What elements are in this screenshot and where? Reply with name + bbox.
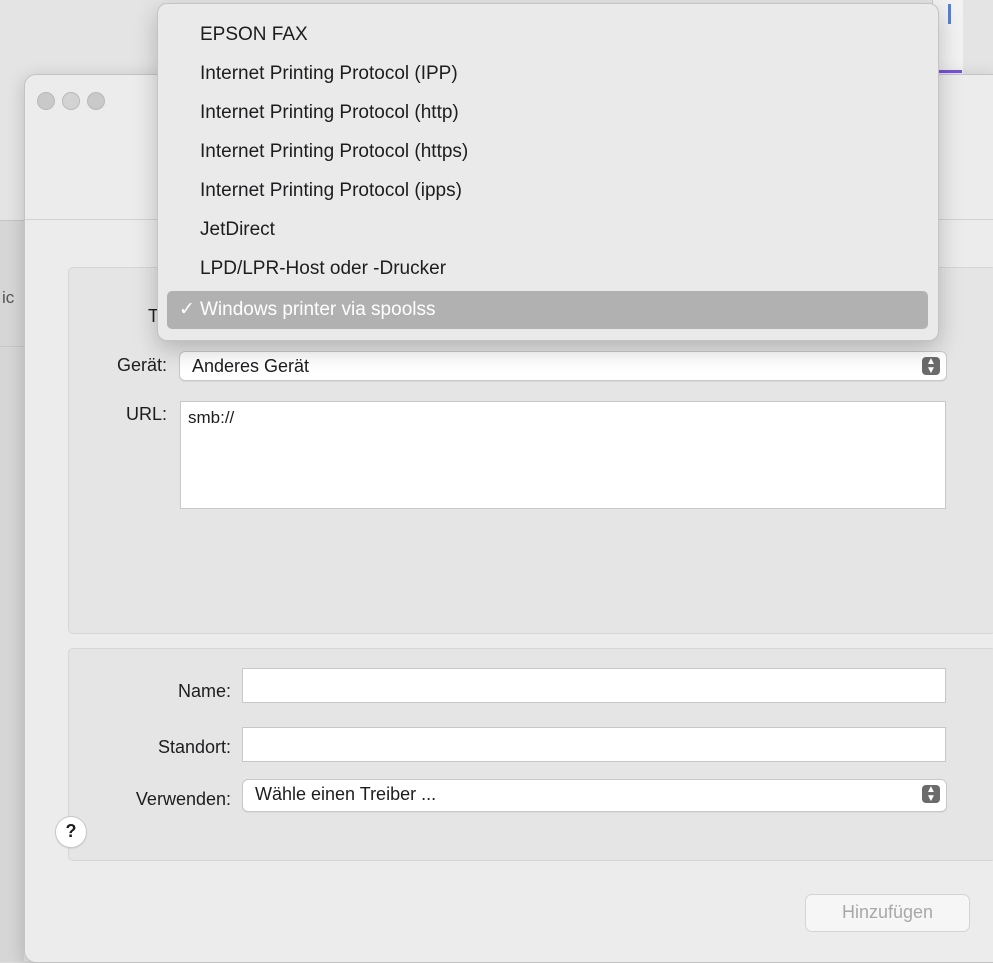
- background-partial-text: ic: [2, 288, 15, 307]
- name-label: Name:: [177, 681, 231, 701]
- device-label: Gerät:: [116, 355, 167, 375]
- background-divider: [0, 346, 24, 347]
- menu-item-epson-fax[interactable]: EPSON FAX: [158, 16, 938, 54]
- menu-item-ipp-https[interactable]: Internet Printing Protocol (https): [158, 133, 938, 171]
- location-label: Standort:: [157, 737, 231, 757]
- close-window-button[interactable]: [37, 92, 55, 110]
- menu-item-spoolss[interactable]: ✓ Windows printer via spoolss: [167, 291, 928, 329]
- chevron-up-down-icon: ▲ ▼: [922, 357, 940, 376]
- location-field[interactable]: [242, 727, 946, 762]
- menu-item-label: Internet Printing Protocol (http): [200, 102, 459, 123]
- menu-item-jetdirect[interactable]: JetDirect: [158, 211, 938, 249]
- background-sidebar: [0, 220, 24, 962]
- add-button[interactable]: Hinzufügen: [805, 894, 970, 932]
- checkmark-icon: ✓: [179, 299, 195, 320]
- menu-item-label: LPD/LPR-Host oder -Drucker: [200, 258, 447, 279]
- url-label: URL:: [125, 404, 167, 424]
- menu-item-label: Internet Printing Protocol (ipps): [200, 180, 462, 201]
- printer-details-panel: Name: Standort: Verwenden: Wähle einen T…: [68, 648, 993, 861]
- menu-item-label: Internet Printing Protocol (https): [200, 141, 469, 162]
- minimize-window-button[interactable]: [62, 92, 80, 110]
- device-popup[interactable]: Anderes Gerät ▲ ▼: [179, 351, 947, 381]
- device-popup-value: Anderes Gerät: [192, 356, 310, 376]
- url-field[interactable]: smb://: [180, 401, 946, 509]
- menu-item-label: Internet Printing Protocol (IPP): [200, 63, 458, 84]
- url-field-value: smb://: [188, 408, 235, 427]
- menu-item-label: Windows printer via spoolss: [200, 299, 436, 320]
- menu-item-ipp[interactable]: Internet Printing Protocol (IPP): [158, 55, 938, 93]
- driver-popup-value: Wähle einen Treiber ...: [255, 784, 437, 804]
- menu-item-lpd[interactable]: LPD/LPR-Host oder -Drucker: [158, 250, 938, 288]
- menu-item-label: JetDirect: [200, 219, 275, 240]
- use-label: Verwenden:: [135, 789, 231, 809]
- zoom-window-button[interactable]: [87, 92, 105, 110]
- menu-item-ipps[interactable]: Internet Printing Protocol (ipps): [158, 172, 938, 210]
- menu-item-ipp-http[interactable]: Internet Printing Protocol (http): [158, 94, 938, 132]
- type-dropdown-menu: EPSON FAX Internet Printing Protocol (IP…: [157, 3, 939, 341]
- name-field[interactable]: [242, 668, 946, 703]
- driver-popup[interactable]: Wähle einen Treiber ... ▲ ▼: [242, 779, 947, 812]
- menu-item-label: EPSON FAX: [200, 24, 308, 45]
- chevron-up-down-icon: ▲ ▼: [922, 785, 940, 804]
- background-accent: [948, 4, 951, 24]
- help-button[interactable]: ?: [55, 816, 87, 848]
